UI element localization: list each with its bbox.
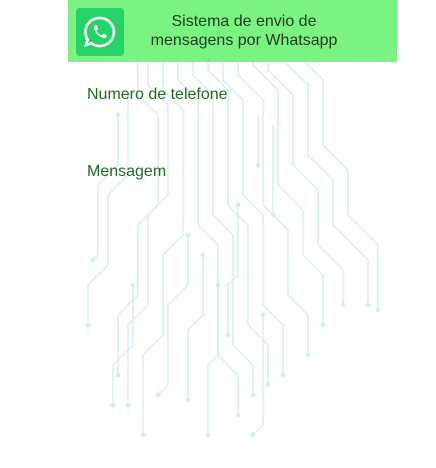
page-title: Sistema de envio de mensagens por Whatsa… (132, 12, 356, 50)
page-title-line2: mensagens por Whatsapp (150, 32, 338, 49)
app-header: Sistema de envio de mensagens por Whatsa… (68, 0, 397, 62)
message-input[interactable] (87, 188, 376, 212)
page-title-line1: Sistema de envio de (171, 13, 317, 30)
message-label: Mensagem (87, 163, 167, 180)
phone-input[interactable] (87, 110, 376, 134)
phone-label: Numero de telefone (87, 86, 228, 103)
whatsapp-icon (76, 8, 124, 56)
